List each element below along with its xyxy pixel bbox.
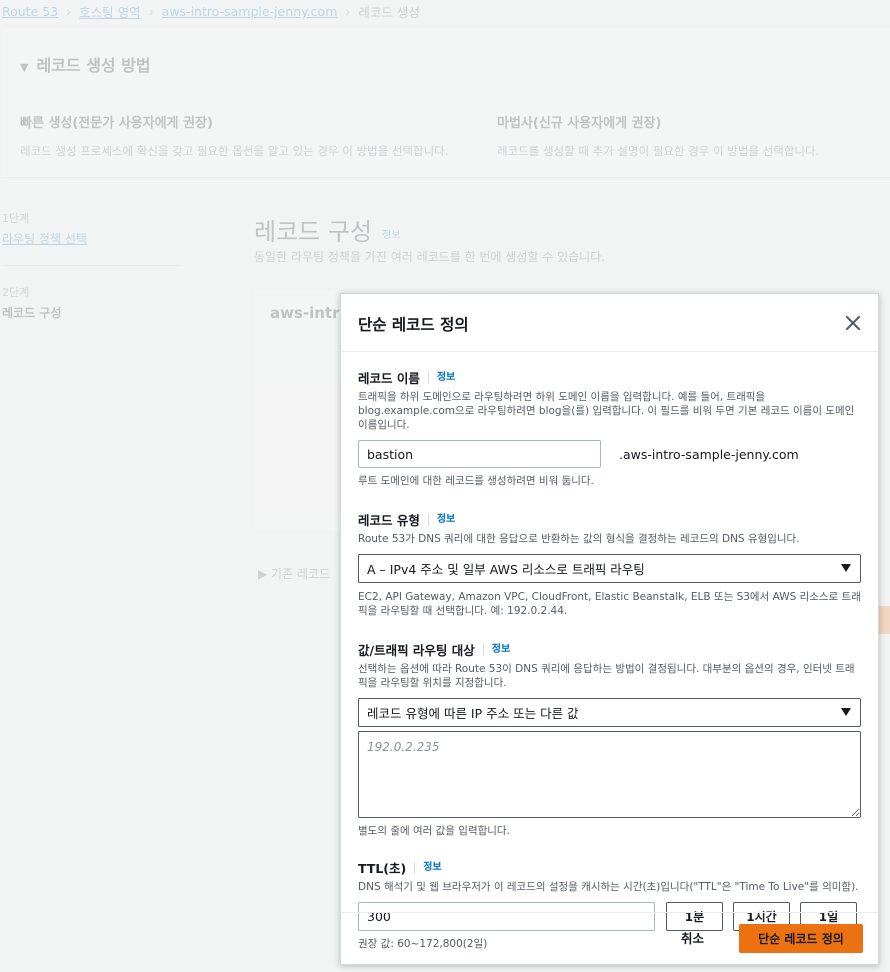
wizard-option[interactable]: 마법사(신규 사용자에게 권장) 레코드를 생성할 때 추가 설명이 필요한 경…: [497, 112, 887, 159]
config-title: 레코드 구성 정보: [254, 218, 401, 246]
config-subtitle: 동일한 라우팅 정책을 가진 여러 레코드를 한 번에 생성할 수 있습니다.: [254, 250, 606, 264]
caret-down-icon: [841, 564, 851, 572]
modal-body: 레코드 이름 정보 트래픽을 하위 도메인으로 라우팅하려면 하위 도메인 이름…: [341, 352, 878, 951]
record-name-description: 트래픽을 하위 도메인으로 라우팅하려면 하위 도메인 이름을 입력합니다. 예…: [358, 391, 855, 431]
step-number: 1단계: [2, 212, 30, 225]
creation-method-panel: ▼ 레코드 생성 방법 빠른 생성(전문가 사용자에게 권장) 레코드 생성 프로…: [2, 28, 890, 178]
step-current-config: 레코드 구성: [2, 306, 62, 320]
record-type-select[interactable]: A – IPv4 주소 및 일부 AWS 리소스로 트래픽 라우팅: [358, 554, 861, 583]
breadcrumb-hosted-zones[interactable]: 호스팅 영역: [79, 2, 140, 21]
modal-footer: 취소 단순 레코드 정의: [341, 912, 878, 964]
ttl-description: DNS 해석기 및 웹 브라우저가 이 레코드의 설정을 캐시하는 시간(초)입…: [358, 881, 859, 893]
close-icon[interactable]: [844, 314, 862, 332]
wizard-steps: 1단계 라우팅 정책 선택 2단계 레코드 구성: [2, 210, 182, 321]
modal-header: 단순 레코드 정의: [341, 294, 878, 352]
value-constraint: 별도의 줄에 여러 값을 입력합니다.: [358, 825, 510, 837]
value-textarea[interactable]: [358, 731, 861, 818]
value-type-select[interactable]: 레코드 유형에 따른 IP 주소 또는 다른 값: [358, 698, 861, 727]
ttl-label: TTL(초): [358, 861, 407, 876]
record-type-description: Route 53가 DNS 쿼리에 대한 응답으로 반환하는 값의 형식을 결정…: [358, 533, 800, 545]
breadcrumb-current: 레코드 생성: [358, 5, 420, 20]
record-type-info-link[interactable]: 정보: [427, 513, 455, 526]
value-label: 값/트래픽 라우팅 대상: [358, 643, 475, 658]
chevron-right-icon: ›: [66, 4, 72, 19]
record-name-label: 레코드 이름: [358, 371, 420, 386]
record-name-info-link[interactable]: 정보: [427, 371, 455, 384]
define-simple-record-modal: 단순 레코드 정의 레코드 이름 정보 트래픽을 하위 도메인으로 라우팅하려면…: [340, 293, 879, 965]
caret-down-icon: [841, 708, 851, 716]
modal-title: 단순 레코드 정의: [358, 316, 469, 334]
breadcrumb: Route 53 › 호스팅 영역 › aws-intro-sample-jen…: [2, 2, 420, 21]
value-field: 값/트래픽 라우팅 대상 정보 선택하는 옵션에 따라 Route 53이 DN…: [358, 640, 861, 838]
record-name-input[interactable]: [358, 440, 601, 468]
record-type-selected-value: A – IPv4 주소 및 일부 AWS 리소스로 트래픽 라우팅: [367, 562, 645, 577]
ttl-info-link[interactable]: 정보: [414, 861, 442, 874]
breadcrumb-route53[interactable]: Route 53: [2, 4, 58, 19]
value-description: 선택하는 옵션에 따라 Route 53이 DNS 쿼리에 응답하는 방법이 결…: [358, 663, 855, 689]
cancel-button[interactable]: 취소: [681, 928, 704, 947]
record-type-field: 레코드 유형 정보 Route 53가 DNS 쿼리에 대한 응답으로 반환하는…: [358, 510, 861, 618]
record-type-label: 레코드 유형: [358, 513, 420, 528]
step-number: 2단계: [2, 286, 30, 299]
step-link-routing-policy[interactable]: 라우팅 정책 선택: [2, 230, 182, 247]
value-info-link[interactable]: 정보: [482, 643, 510, 656]
chevron-right-icon: ›: [345, 4, 351, 19]
divider: [2, 265, 182, 266]
breadcrumb-domain[interactable]: aws-intro-sample-jenny.com: [162, 4, 338, 19]
record-name-constraint: 루트 도메인에 대한 레코드를 생성하려면 비워 둡니다.: [358, 475, 594, 487]
caret-down-icon: ▼: [20, 61, 29, 74]
record-type-hint: EC2, API Gateway, Amazon VPC, CloudFront…: [358, 591, 861, 617]
domain-suffix: .aws-intro-sample-jenny.com: [619, 446, 799, 462]
value-type-selected-value: 레코드 유형에 따른 IP 주소 또는 다른 값: [367, 706, 579, 721]
quick-create-option[interactable]: 빠른 생성(전문가 사용자에게 권장) 레코드 생성 프로세스에 확신을 갖고 …: [20, 112, 480, 159]
method-title[interactable]: ▼ 레코드 생성 방법: [20, 52, 151, 76]
define-simple-record-button[interactable]: 단순 레코드 정의: [739, 924, 863, 953]
chevron-right-icon: ›: [148, 4, 154, 19]
record-name-field: 레코드 이름 정보 트래픽을 하위 도메인으로 라우팅하려면 하위 도메인 이름…: [358, 368, 861, 488]
existing-records-toggle[interactable]: ▶ 기존 레코드: [258, 565, 330, 582]
